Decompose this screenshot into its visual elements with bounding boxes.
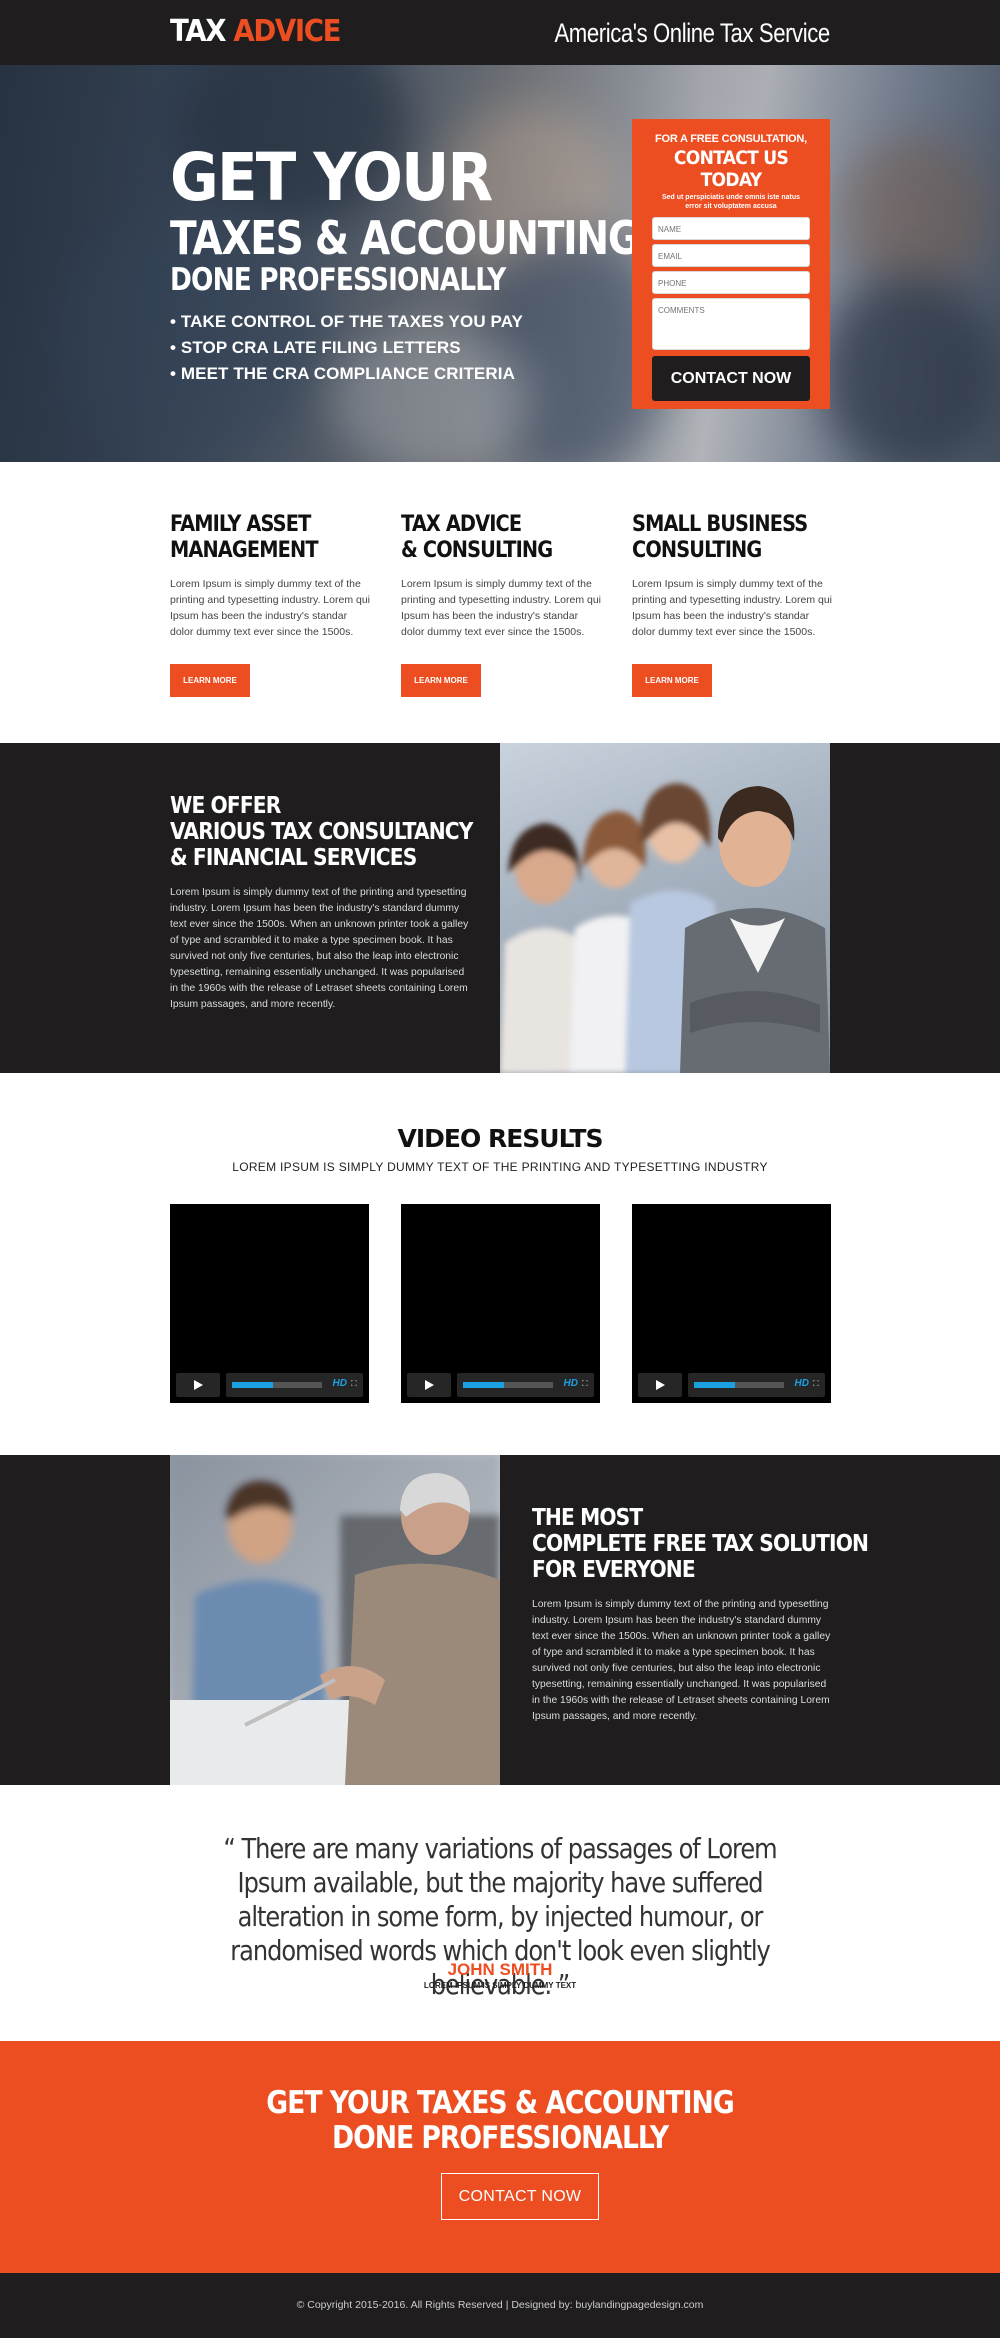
feature-card: SMALL BUSINESS CONSULTING Lorem Ipsum is … — [632, 512, 832, 697]
hd-label: HD — [794, 1378, 809, 1389]
video-progress-bar[interactable]: HD ⛶ — [688, 1373, 825, 1397]
learn-more-button[interactable]: LEARN MORE — [170, 664, 250, 697]
hero-heading-line1: GET YOUR — [170, 139, 493, 216]
fullscreen-icon[interactable]: ⛶ — [813, 1380, 821, 1388]
hero-heading-line3: DONE PROFESSIONALLY — [170, 262, 506, 298]
learn-more-button[interactable]: LEARN MORE — [401, 664, 481, 697]
video-progress-bar[interactable]: HD ⛶ — [226, 1373, 363, 1397]
offer-heading-line1: WE OFFER — [170, 793, 281, 819]
hero-bullet: • TAKE CONTROL OF THE TAXES YOU PAY — [170, 312, 523, 331]
offer-text: Lorem Ipsum is simply dummy text of the … — [170, 887, 469, 1010]
hd-label: HD — [563, 1378, 578, 1389]
contact-form: FOR A FREE CONSULTATION, CONTACT US TODA… — [632, 119, 830, 409]
site-footer: © Copyright 2015-2016. All Rights Reserv… — [0, 2273, 1000, 2338]
feature-title-line1: FAMILY ASSET — [170, 512, 311, 537]
feature-text: Lorem Ipsum is simply dummy text of the … — [632, 578, 833, 638]
offer-heading-line3: & FINANCIAL SERVICES — [170, 845, 417, 871]
cta-section: GET YOUR TAXES & ACCOUNTING DONE PROFESSI… — [0, 2041, 1000, 2273]
video-progress-fill — [463, 1382, 504, 1388]
form-subtitle: Sed ut perspiciatis unde omnis iste natu… — [661, 194, 801, 210]
name-input[interactable] — [658, 225, 804, 234]
email-input[interactable] — [658, 252, 804, 261]
feature-title-line2: & CONSULTING — [401, 538, 553, 563]
phone-field — [652, 271, 810, 294]
solution-text: Lorem Ipsum is simply dummy text of the … — [532, 1599, 831, 1722]
solution-heading-line2: COMPLETE FREE TAX SOLUTION — [532, 1531, 869, 1557]
comments-input[interactable] — [658, 306, 804, 333]
video-progress-fill — [232, 1382, 273, 1388]
form-kicker: FOR A FREE CONSULTATION, — [654, 133, 808, 145]
testimonial-role: LOREM IPSUM IS SIMPLY DUMMY TEXT — [423, 1981, 577, 1990]
hero-bullet: • MEET THE CRA COMPLIANCE CRITERIA — [170, 364, 515, 383]
fullscreen-icon[interactable]: ⛶ — [582, 1380, 590, 1388]
feature-title-line1: TAX ADVICE — [401, 512, 522, 537]
hero-section: GET YOUR TAXES & ACCOUNTING DONE PROFESS… — [0, 65, 1000, 462]
hero-bullet-list: • TAKE CONTROL OF THE TAXES YOU PAY • ST… — [170, 309, 523, 387]
fullscreen-icon[interactable]: ⛶ — [351, 1380, 359, 1388]
consultation-photo — [170, 1455, 500, 1785]
hero-bullet: • STOP CRA LATE FILING LETTERS — [170, 338, 461, 357]
video-controls: HD ⛶ — [638, 1373, 825, 1397]
solution-heading-line1: THE MOST — [532, 1505, 643, 1531]
testimonial-name: JOHN SMITH — [447, 1960, 553, 1979]
play-button[interactable] — [407, 1373, 451, 1397]
feature-title-line2: MANAGEMENT — [170, 538, 319, 563]
feature-card: TAX ADVICE & CONSULTING Lorem Ipsum is si… — [401, 512, 601, 697]
play-icon — [656, 1380, 665, 1390]
header-tagline: America's Online Tax Service — [554, 18, 831, 48]
video-controls: HD ⛶ — [176, 1373, 363, 1397]
cta-contact-button[interactable]: CONTACT NOW — [441, 2173, 599, 2220]
video-controls: HD ⛶ — [407, 1373, 594, 1397]
hero-heading-line2: TAXES & ACCOUNTING — [170, 211, 640, 265]
name-field — [652, 217, 810, 240]
logo-main: TAX — [170, 14, 234, 49]
video-player[interactable]: HD ⛶ — [170, 1204, 369, 1403]
cta-heading-line2: DONE PROFESSIONALLY — [331, 2120, 669, 2156]
offer-section: WE OFFER VARIOUS TAX CONSULTANCY & FINANCI… — [0, 743, 1000, 1073]
play-icon — [194, 1380, 203, 1390]
feature-title-line2: CONSULTING — [632, 538, 762, 563]
video-progress-fill — [694, 1382, 735, 1388]
comments-field — [652, 298, 810, 350]
phone-input[interactable] — [658, 279, 804, 288]
play-icon — [425, 1380, 434, 1390]
learn-more-button[interactable]: LEARN MORE — [632, 664, 712, 697]
offer-heading-line2: VARIOUS TAX CONSULTANCY — [170, 819, 473, 845]
email-field — [652, 244, 810, 267]
footer-copyright: © Copyright 2015-2016. All Rights Reserv… — [296, 2299, 704, 2311]
play-button[interactable] — [176, 1373, 220, 1397]
video-player[interactable]: HD ⛶ — [632, 1204, 831, 1403]
solution-content: THE MOST COMPLETE FREE TAX SOLUTION FOR EV… — [532, 1505, 914, 1725]
solution-section: THE MOST COMPLETE FREE TAX SOLUTION FOR EV… — [0, 1455, 1000, 1785]
play-button[interactable] — [638, 1373, 682, 1397]
video-section-subtitle: LOREM IPSUM IS SIMPLY DUMMY TEXT OF THE … — [232, 1160, 768, 1174]
site-header: TAX ADVICE America's Online Tax Service — [0, 0, 1000, 65]
feature-text: Lorem Ipsum is simply dummy text of the … — [170, 578, 371, 638]
feature-text: Lorem Ipsum is simply dummy text of the … — [401, 578, 602, 638]
hd-label: HD — [332, 1378, 347, 1389]
offer-content: WE OFFER VARIOUS TAX CONSULTANCY & FINANCI… — [170, 793, 514, 1013]
feature-title-line1: SMALL BUSINESS — [632, 512, 808, 537]
video-section-title: VIDEO RESULTS — [397, 1124, 604, 1153]
video-progress-bar[interactable]: HD ⛶ — [457, 1373, 594, 1397]
solution-heading-line3: FOR EVERYONE — [532, 1557, 696, 1583]
team-photo — [500, 743, 830, 1073]
contact-now-button[interactable]: CONTACT NOW — [652, 356, 810, 401]
cta-heading-line1: GET YOUR TAXES & ACCOUNTING — [266, 2085, 734, 2121]
logo-accent: ADVICE — [233, 14, 341, 49]
video-player[interactable]: HD ⛶ — [401, 1204, 600, 1403]
form-title: CONTACT US TODAY — [673, 147, 789, 191]
cta-heading: GET YOUR TAXES & ACCOUNTING DONE PROFESSI… — [70, 2086, 930, 2156]
logo[interactable]: TAX ADVICE — [170, 14, 342, 49]
feature-card: FAMILY ASSET MANAGEMENT Lorem Ipsum is si… — [170, 512, 370, 697]
